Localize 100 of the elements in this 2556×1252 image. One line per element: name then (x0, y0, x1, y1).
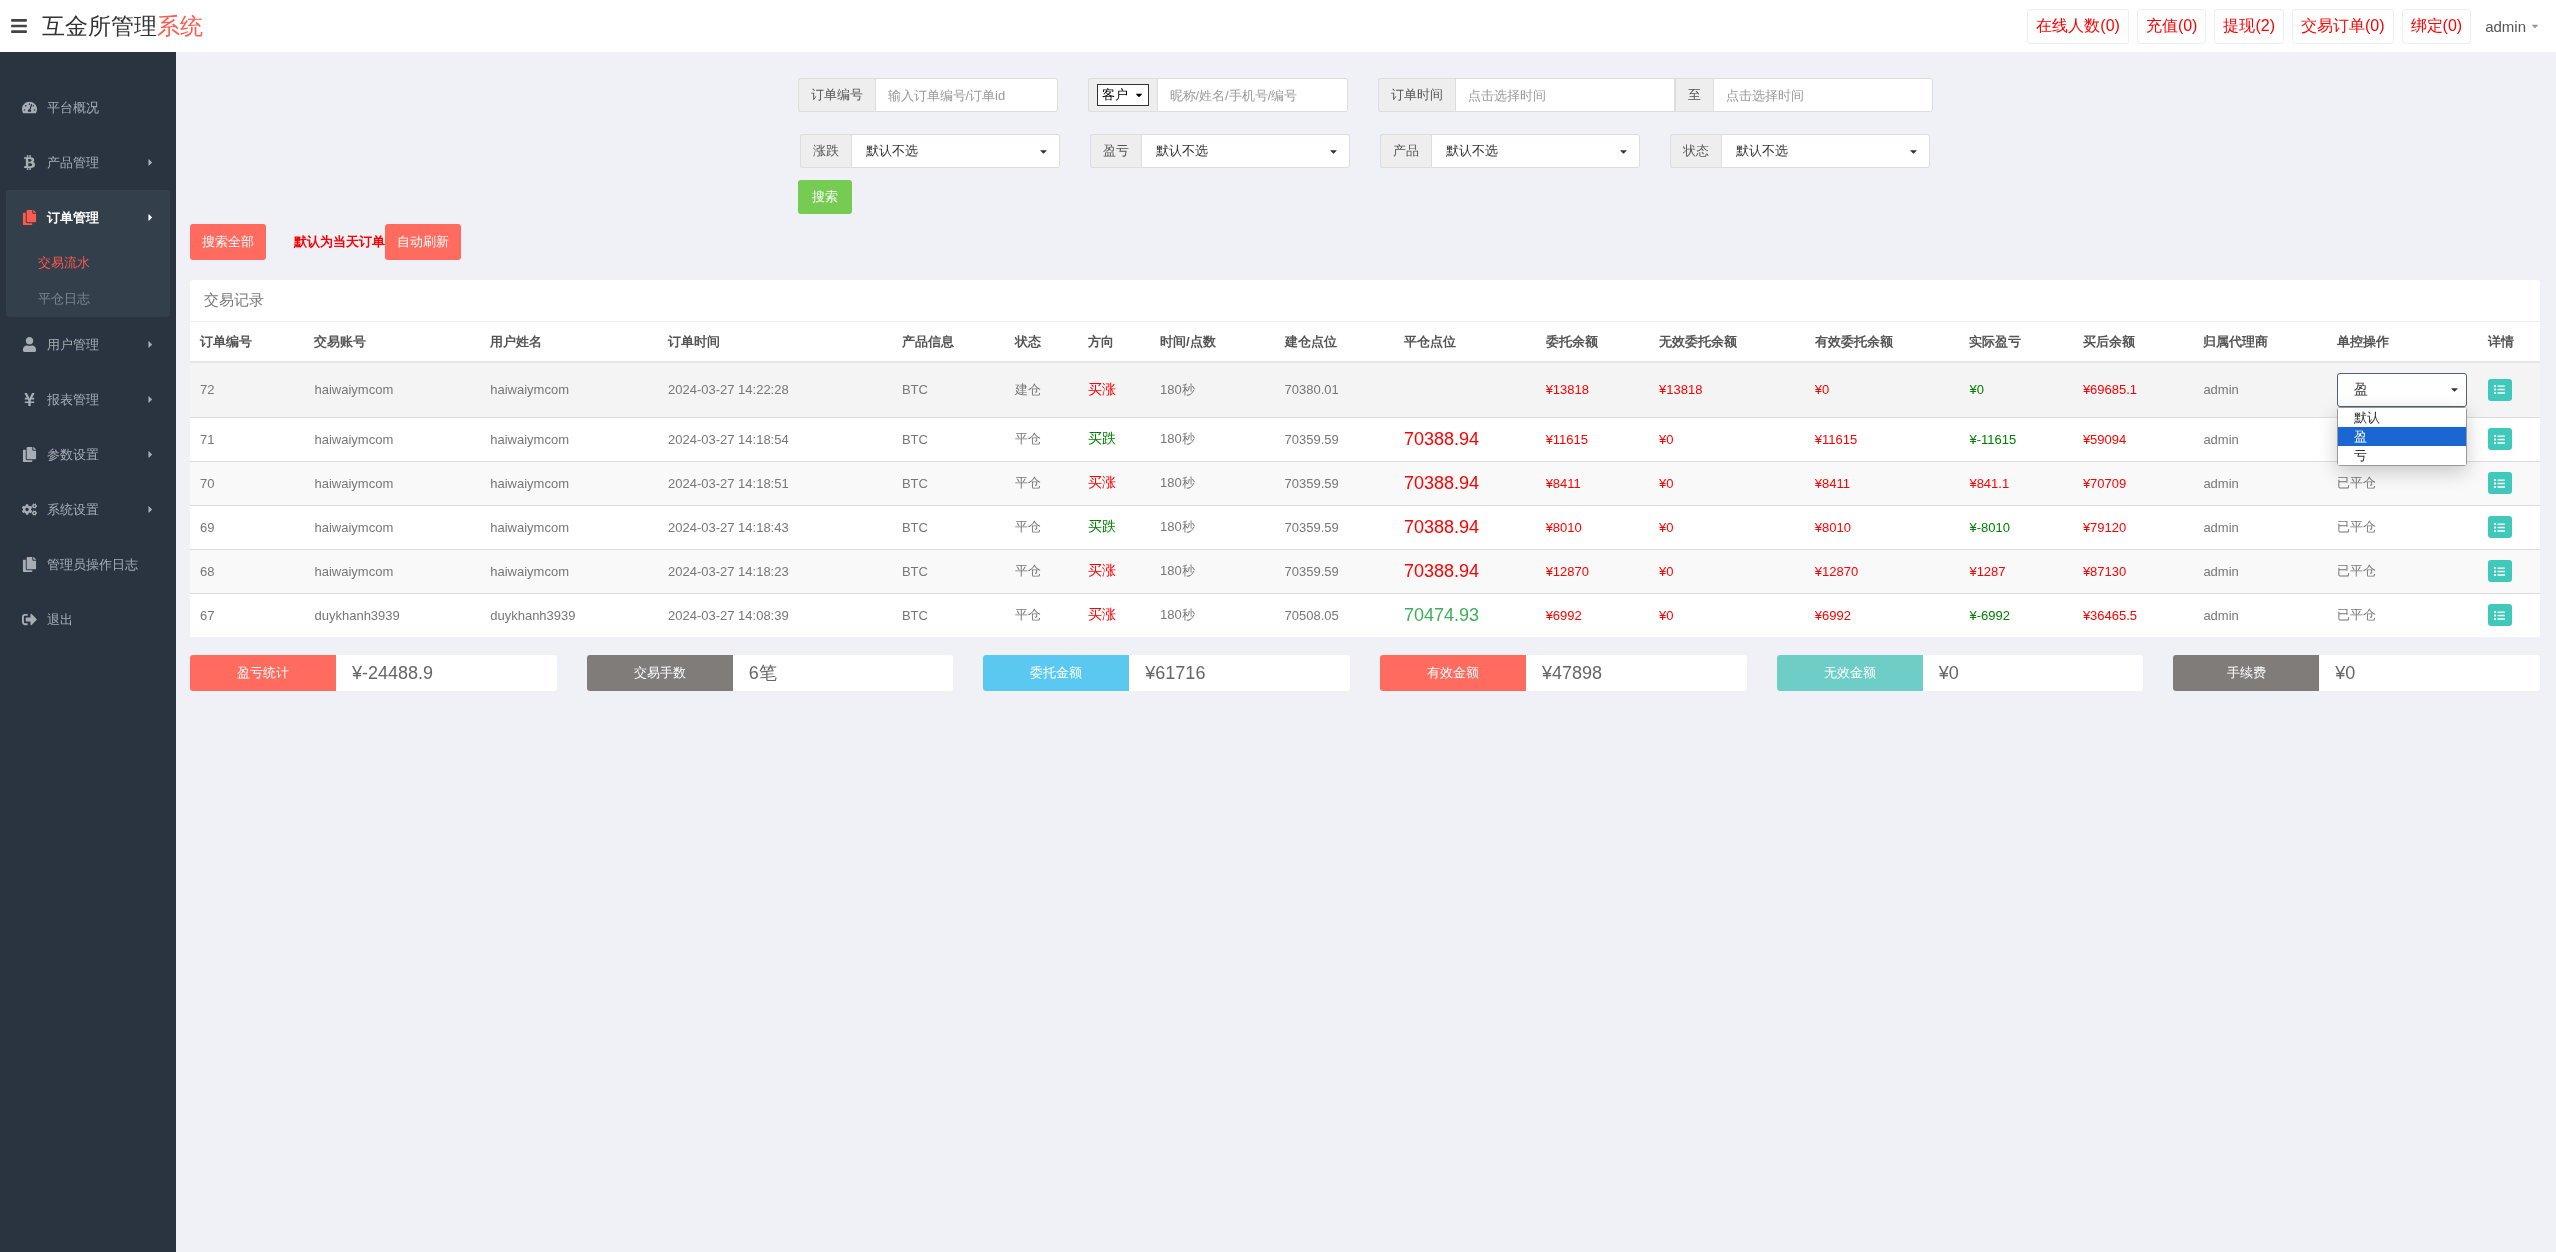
select-field[interactable]: 默认不选 (1141, 134, 1350, 168)
table-cell: admin (2193, 417, 2327, 461)
sidebar-item[interactable]: 平台概况 (6, 80, 170, 135)
dropdown-option[interactable]: 默认 (2337, 408, 2466, 427)
summary-value: ¥0 (2334, 661, 2356, 685)
control-select[interactable]: 盈 (2336, 372, 2467, 407)
table-cell: admin (2193, 549, 2327, 593)
detail-button[interactable] (2487, 472, 2512, 494)
gears-icon (22, 502, 37, 517)
table-cell: 2024-03-27 14:22:28 (657, 362, 892, 417)
table-cell: haiwaiymcom (304, 549, 481, 593)
sidebar-item[interactable]: 用户管理 (6, 317, 170, 372)
summary-label: 有效金额 (1380, 655, 1526, 691)
app-title-accent: 系统 (157, 11, 203, 41)
sidebar-subitem[interactable]: 平仓日志 (6, 281, 170, 317)
table-cell: 70380.01 (1274, 362, 1395, 417)
summary-label: 交易手数 (586, 655, 733, 691)
table-cell: admin (2193, 593, 2327, 637)
table-cell: duykhanh3939 (480, 593, 658, 637)
gauge-icon (22, 100, 37, 115)
table-cell: BTC (891, 593, 1006, 637)
closed-status: 已平仓 (2336, 475, 2376, 490)
app-title: 互金所管理 (42, 11, 157, 41)
table-cell: 70359.59 (1274, 549, 1395, 593)
sidebar-item[interactable]: 报表管理 (6, 372, 170, 427)
table-cell: 建仓 (1005, 362, 1078, 417)
table-cell: ¥79120 (2072, 505, 2194, 549)
sidebar-subitem[interactable]: 交易流水 (6, 245, 170, 281)
list-icon (2494, 384, 2506, 396)
table-cell: 67 (190, 593, 305, 637)
table-cell: admin (2193, 362, 2327, 417)
table-cell: 2024-03-27 14:18:54 (657, 417, 892, 461)
list-icon (2494, 565, 2506, 577)
table-cell: 70 (190, 461, 305, 505)
sidebar-item[interactable]: 订单管理 (6, 190, 170, 245)
table-cell: ¥-8010 (1959, 505, 2073, 549)
table-cell: 70508.05 (1274, 593, 1395, 637)
sidebar-item[interactable]: 产品管理 (6, 135, 170, 190)
user-menu[interactable]: admin (2479, 11, 2546, 41)
sidebar-item[interactable]: 退出 (6, 592, 170, 647)
table-cell: 70388.94 (1394, 461, 1536, 505)
table-cell: duykhanh3939 (304, 593, 481, 637)
table-cell: BTC (891, 505, 1006, 549)
table-cell: ¥11615 (1804, 417, 1960, 461)
table-cell: admin (2193, 461, 2327, 505)
dropdown-option[interactable]: 盈 (2337, 427, 2466, 446)
table-cell: ¥0 (1959, 362, 2073, 417)
table-cell: ¥59094 (2072, 417, 2194, 461)
table-cell: haiwaiymcom (480, 362, 658, 417)
summary-value: ¥61716 (1144, 661, 1206, 685)
list-icon (2494, 433, 2506, 445)
field-label: 状态 (1670, 134, 1721, 168)
table-cell: haiwaiymcom (480, 461, 658, 505)
table-cell: BTC (891, 362, 1006, 417)
detail-button[interactable] (2487, 428, 2512, 450)
summary-label: 委托金额 (983, 655, 1130, 691)
detail-button[interactable] (2487, 604, 2512, 627)
input-field[interactable]: 昵称/姓名/手机号/编号 (1156, 78, 1348, 112)
dropdown-option[interactable]: 亏 (2337, 446, 2466, 465)
table-cell: 2024-03-27 14:18:51 (657, 461, 892, 505)
table-cell: haiwaiymcom (304, 417, 481, 461)
table-cell: haiwaiymcom (480, 549, 658, 593)
sidebar-item[interactable]: 系统设置 (6, 482, 170, 537)
table-cell: 180秒 (1150, 505, 1275, 549)
field-label: 订单时间 (1377, 78, 1455, 112)
menu-icon[interactable] (10, 17, 28, 35)
header-link[interactable]: 提现(2) (2214, 8, 2284, 44)
table-cell: 70388.94 (1394, 549, 1536, 593)
table-cell: 70359.59 (1274, 417, 1395, 461)
table-cell: 70359.59 (1274, 505, 1395, 549)
customer-select[interactable]: 客户 (1096, 84, 1149, 106)
header-link[interactable]: 绑定(0) (2401, 8, 2472, 44)
select-field[interactable]: 默认不选 (1721, 134, 1930, 168)
summary-label: 手续费 (2173, 655, 2320, 691)
table-cell: ¥12870 (1804, 549, 1960, 593)
table-cell: haiwaiymcom (304, 505, 481, 549)
select-field[interactable]: 默认不选 (1431, 134, 1640, 168)
header-link[interactable]: 交易订单(0) (2292, 8, 2394, 44)
input-field[interactable]: 输入订单编号/订单id (874, 78, 1058, 112)
table-cell: 180秒 (1150, 417, 1275, 461)
sidebar-item[interactable]: 管理员操作日志 (6, 537, 170, 592)
default-note: 默认为当天订单 (294, 233, 385, 251)
table-cell: ¥13818 (1535, 362, 1650, 417)
summary-value: 6笔 (747, 662, 777, 685)
date-field[interactable]: 点击选择时间 (1454, 78, 1675, 112)
documents-icon (22, 447, 37, 462)
date-field[interactable]: 点击选择时间 (1712, 78, 1933, 112)
header-link[interactable]: 充值(0) (2136, 8, 2207, 44)
yen-icon (22, 392, 37, 407)
sidebar-item[interactable]: 参数设置 (6, 427, 170, 482)
table-cell: ¥1287 (1959, 549, 2073, 593)
detail-button[interactable] (2487, 516, 2512, 538)
table-cell: 69 (190, 505, 305, 549)
select-field[interactable]: 默认不选 (851, 134, 1060, 168)
table-cell: 180秒 (1150, 549, 1275, 593)
table-cell: 平仓 (1005, 593, 1078, 637)
detail-button[interactable] (2487, 378, 2512, 401)
detail-button[interactable] (2487, 560, 2512, 582)
header-link[interactable]: 在线人数(0) (2027, 8, 2129, 44)
table-cell: 70388.94 (1394, 417, 1536, 461)
